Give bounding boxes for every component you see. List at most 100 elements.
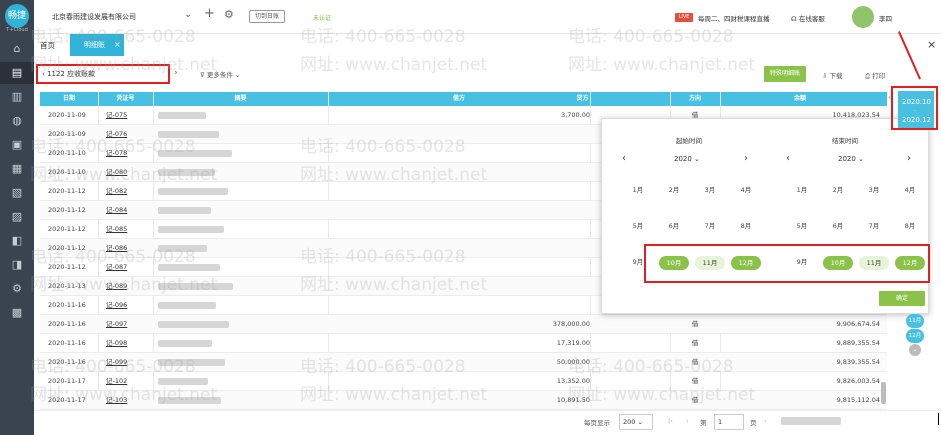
report-icon[interactable]: ▧ (0, 182, 34, 204)
cell-voucher-link[interactable]: 记-102 (106, 372, 151, 391)
box-icon[interactable]: ▩ (0, 302, 34, 324)
online-service-link[interactable]: ☊ 在线客服 (791, 13, 825, 23)
invoice-icon[interactable]: ▦ (0, 158, 34, 180)
redacted-text (158, 149, 232, 157)
start-month-2[interactable]: 2月 (663, 184, 685, 194)
end-month-3[interactable]: 3月 (863, 184, 885, 194)
chevron-down-icon[interactable]: ⌄ (184, 9, 192, 20)
scrollbar[interactable] (881, 382, 886, 404)
start-next-year-icon[interactable]: › (744, 153, 748, 164)
cell-balance: 9,906,674.54 (836, 320, 880, 328)
table-row[interactable]: 2020-11-16 记-098 17,319.00 借 9,889,355.54 (40, 334, 887, 353)
redacted-text (158, 111, 206, 119)
cell-voucher-link[interactable]: 记-075 (106, 106, 151, 125)
start-year-select[interactable]: 2020 ⌄ (674, 155, 700, 163)
start-time-title: 起始时间 (676, 137, 702, 145)
switch-button[interactable]: 切到日账 (249, 10, 286, 23)
close-icon[interactable]: × (927, 38, 936, 51)
cell-direction: 借 (691, 320, 699, 328)
sidebar: 畅捷 T+Cloud ⌂ ▤ ▥ ◍ ▣ ▦ ▧ ▨ ◧ ◨ ⚙ ▩ (0, 0, 34, 435)
table-row[interactable]: 2020-11-17 记-102 13,352.00 借 9,826,003.54 (40, 372, 887, 391)
next-account-icon[interactable]: › (174, 68, 178, 78)
cell-voucher-link[interactable]: 记-097 (106, 315, 151, 334)
page-info (781, 417, 841, 425)
download-button[interactable]: ⇩ 下载 (822, 70, 843, 80)
pagination: 每页显示 200 ⌄ |‹ ‹ 第 1 页 › (34, 410, 941, 435)
end-month-5[interactable]: 5月 (791, 220, 813, 230)
cell-credit (460, 220, 590, 239)
month-marker-12[interactable]: 12月 (906, 329, 924, 343)
cell-voucher-link[interactable]: 记-098 (106, 334, 151, 353)
plus-icon[interactable]: + (204, 6, 215, 21)
live-icon[interactable]: LIVE (675, 13, 693, 22)
start-month-5[interactable]: 5月 (627, 220, 649, 230)
table-row[interactable]: 2020-11-16 记-097 378,000.00 借 9,906,674.54 (40, 315, 887, 334)
certification-status[interactable]: 未认证 (313, 13, 331, 22)
app-logo[interactable]: 畅捷 (5, 4, 29, 28)
tab-home[interactable]: 首页 (40, 40, 55, 51)
cell-voucher-link[interactable]: 记-084 (106, 201, 151, 220)
settings-icon[interactable]: ⚙ (0, 278, 34, 300)
cell-voucher-link[interactable]: 记-076 (106, 125, 151, 144)
audit-icon[interactable]: ◨ (0, 254, 34, 276)
assets-icon[interactable]: ◧ (0, 230, 34, 252)
first-page-icon[interactable]: |‹ (668, 417, 673, 425)
live-course-link[interactable]: 每周二、四财税课程直播 (698, 13, 770, 23)
end-month-2[interactable]: 2月 (827, 184, 849, 194)
cell-voucher-link[interactable]: 记-085 (106, 220, 151, 239)
cell-voucher-link[interactable]: 记-089 (106, 277, 151, 296)
end-next-year-icon[interactable]: › (907, 153, 911, 164)
start-month-4[interactable]: 4月 (735, 184, 757, 194)
end-month-1[interactable]: 1月 (791, 184, 813, 194)
app-logo-text: T+Cloud (6, 27, 28, 33)
end-month-8[interactable]: 8月 (899, 220, 921, 230)
special-ledger-button[interactable]: 特殊明细账 (764, 66, 807, 82)
cell-credit: 3,700.00 (561, 111, 590, 119)
more-conditions[interactable]: ⊽ 更多条件 ⌄ (200, 69, 240, 79)
cell-voucher-link[interactable]: 记-096 (106, 296, 151, 315)
start-prev-year-icon[interactable]: ‹ (622, 153, 626, 164)
end-prev-year-icon[interactable]: ‹ (786, 153, 790, 164)
confirm-button[interactable]: 确定 (879, 291, 925, 306)
inventory-icon[interactable]: ▣ (0, 134, 34, 156)
cell-voucher-link[interactable]: 记-103 (106, 391, 151, 410)
end-year-select[interactable]: 2020 ⌄ (838, 155, 864, 163)
home-icon[interactable]: ⌂ (0, 38, 34, 60)
account-selector[interactable]: ‹ 1122 应收账款 (36, 64, 170, 84)
start-month-3[interactable]: 3月 (699, 184, 721, 194)
page-input[interactable]: 1 (714, 414, 744, 430)
print-button[interactable]: ⎙ 打印 (865, 70, 885, 81)
redacted-text (158, 206, 211, 214)
username[interactable]: 李四 (879, 13, 892, 23)
end-month-7[interactable]: 7月 (863, 220, 885, 230)
avatar[interactable] (852, 6, 874, 28)
company-name[interactable]: 北京春雨建设发展有限公司 (52, 12, 136, 22)
ledger-icon[interactable]: ▤ (0, 62, 34, 84)
cell-voucher-link[interactable]: 记-086 (106, 239, 151, 258)
cell-voucher-link[interactable]: 记-080 (106, 163, 151, 182)
bag-icon[interactable]: ◍ (0, 110, 34, 132)
cell-voucher-link[interactable]: 记-087 (106, 258, 151, 277)
cell-voucher-link[interactable]: 记-099 (106, 353, 151, 372)
table-row[interactable]: 2020-11-16 记-099 50,000.00 借 9,839,355.54 (40, 353, 887, 372)
end-month-4[interactable]: 4月 (899, 184, 921, 194)
table-row[interactable]: 2020-11-17 记-103 10,891.50 借 9,815,112.04 (40, 391, 887, 410)
redacted-text (158, 187, 228, 195)
next-page-icon[interactable]: › (764, 417, 767, 425)
scroll-down-icon[interactable]: ⌄ (909, 344, 921, 356)
cell-voucher-link[interactable]: 记-082 (106, 182, 151, 201)
start-month-8[interactable]: 8月 (735, 220, 757, 230)
chart-icon[interactable]: ▥ (0, 86, 34, 108)
end-month-6[interactable]: 6月 (827, 220, 849, 230)
start-month-6[interactable]: 6月 (663, 220, 685, 230)
gear-icon[interactable]: ⚙ (224, 8, 234, 21)
start-month-1[interactable]: 1月 (627, 184, 649, 194)
tab-close-icon[interactable]: × (114, 34, 121, 56)
cell-voucher-link[interactable]: 记-078 (106, 144, 151, 163)
month-marker-11[interactable]: 11月 (906, 314, 924, 328)
start-month-7[interactable]: 7月 (699, 220, 721, 230)
per-page-select[interactable]: 200 ⌄ (619, 414, 653, 430)
end-time-title: 结束时间 (832, 137, 858, 145)
prev-page-icon[interactable]: ‹ (686, 417, 689, 425)
tax-icon[interactable]: ▨ (0, 206, 34, 228)
